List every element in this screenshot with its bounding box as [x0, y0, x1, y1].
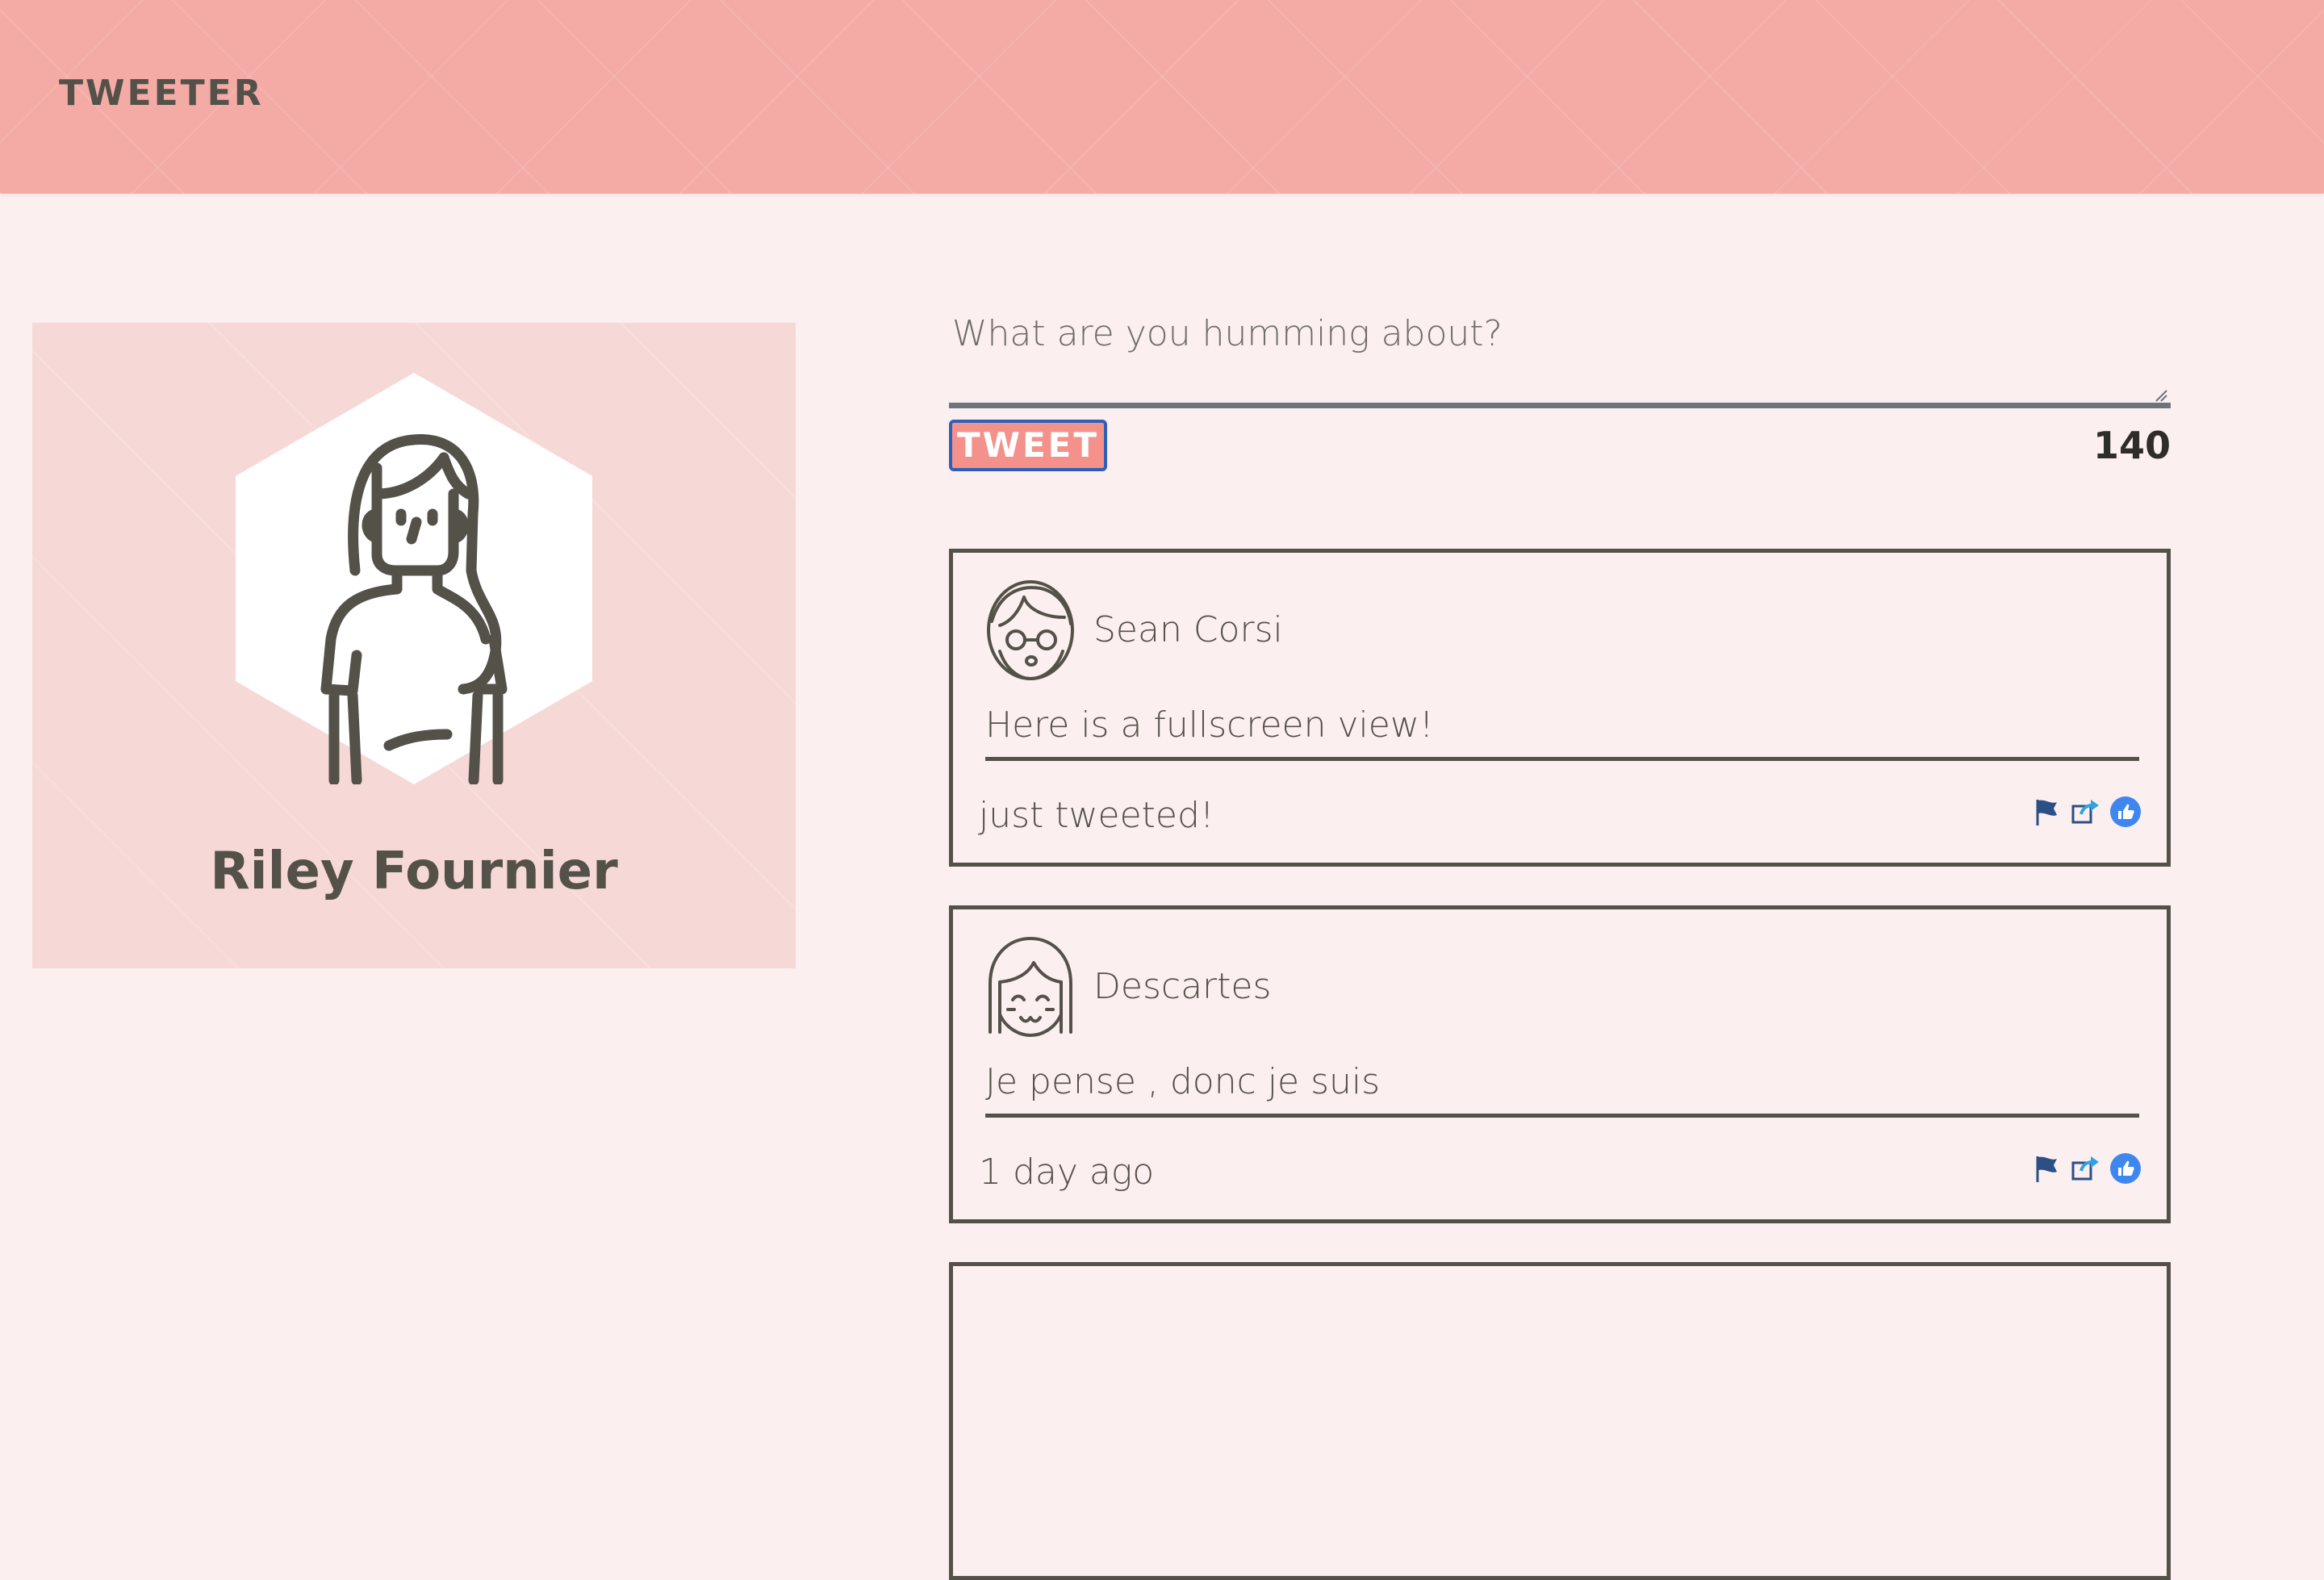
- app-logo[interactable]: TWEETER: [59, 73, 264, 115]
- man-with-glasses-avatar-icon: [987, 580, 1074, 680]
- tweet-text: Here is a fullscreen view!: [985, 703, 2139, 761]
- smiling-girl-avatar-icon: [989, 937, 1072, 1037]
- woman-avatar-icon: [236, 373, 592, 784]
- tweet-card: [949, 1262, 2171, 1580]
- tweet-actions: [2028, 795, 2142, 829]
- tweet-composer: TWEET 140: [949, 299, 2171, 471]
- flag-icon[interactable]: [2028, 795, 2062, 829]
- tweet-timestamp: just tweeted!: [979, 795, 1214, 836]
- tweet-card: Descartes Je pense , donc je suis 1 day …: [949, 905, 2171, 1223]
- tweet-input[interactable]: [949, 299, 2171, 408]
- tweet-text: Je pense , donc je suis: [985, 1060, 2139, 1118]
- retweet-icon[interactable]: [2068, 795, 2102, 829]
- tweet-timestamp: 1 day ago: [979, 1152, 1155, 1193]
- top-nav-bar: TWEETER: [0, 0, 2324, 194]
- tweet-username[interactable]: Descartes: [1093, 964, 1271, 1009]
- flag-icon[interactable]: [2028, 1152, 2062, 1185]
- tweet-username[interactable]: Sean Corsi: [1093, 608, 1283, 653]
- resize-handle-icon[interactable]: [2155, 389, 2167, 402]
- profile-card: Riley Fournier: [32, 323, 796, 968]
- like-icon[interactable]: [2109, 1152, 2142, 1185]
- character-counter: 140: [2092, 424, 2171, 467]
- tweet-button[interactable]: TWEET: [949, 420, 1107, 471]
- tweet-actions: [2028, 1152, 2142, 1185]
- profile-name: Riley Fournier: [210, 842, 618, 901]
- like-icon[interactable]: [2109, 795, 2142, 829]
- retweet-icon[interactable]: [2068, 1152, 2102, 1185]
- tweet-card: Sean Corsi Here is a fullscreen view! ju…: [949, 549, 2171, 867]
